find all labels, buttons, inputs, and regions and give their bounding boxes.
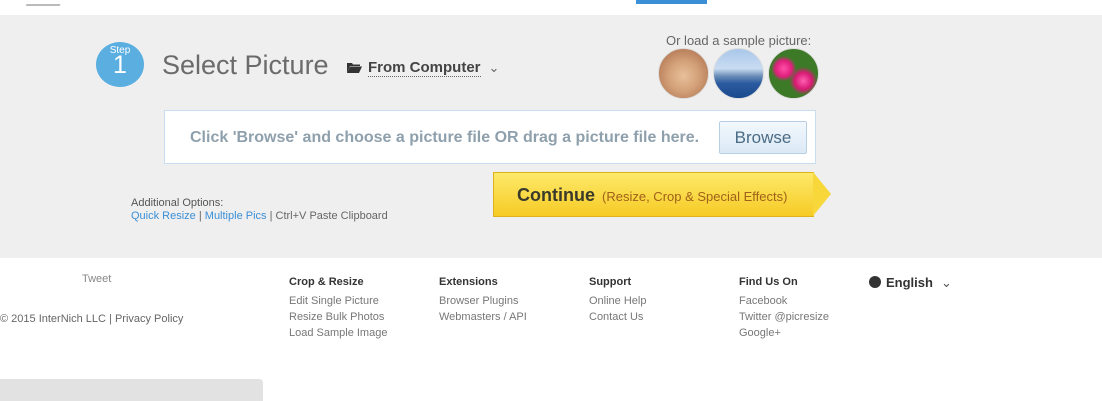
top-nav-highlight[interactable] bbox=[636, 0, 707, 4]
continue-main-text: Continue bbox=[517, 185, 595, 205]
continue-arrow-tip[interactable] bbox=[813, 172, 831, 216]
paste-clipboard-text: Ctrl+V Paste Clipboard bbox=[275, 210, 388, 222]
footer-heading: Extensions bbox=[439, 276, 498, 288]
folder-icon bbox=[347, 60, 362, 73]
footer-link[interactable]: Google+ bbox=[739, 325, 829, 341]
pink-flowers-sample-thumbnail[interactable] bbox=[768, 48, 819, 99]
footer-separator: | bbox=[109, 313, 112, 325]
footer-link[interactable]: Contact Us bbox=[589, 309, 646, 325]
continue-label: Continue (Resize, Crop & Special Effects… bbox=[517, 185, 787, 206]
footer-link[interactable]: Load Sample Image bbox=[289, 325, 387, 341]
continue-subtext: (Resize, Crop & Special Effects) bbox=[602, 189, 788, 204]
source-dropdown-label: From Computer bbox=[368, 59, 481, 77]
bottom-grey-bar bbox=[0, 379, 263, 401]
tweet-link[interactable]: Tweet bbox=[82, 273, 111, 285]
continue-button[interactable]: Continue (Resize, Crop & Special Effects… bbox=[493, 172, 814, 217]
browse-button[interactable]: Browse bbox=[719, 121, 807, 154]
footer-link[interactable]: Facebook bbox=[739, 293, 829, 309]
page-title: Select Picture bbox=[162, 50, 329, 80]
footer-heading: Crop & Resize bbox=[289, 276, 364, 288]
chevron-down-icon: ⌄ bbox=[488, 60, 500, 75]
chevron-down-icon: ⌄ bbox=[940, 275, 952, 290]
footer-link[interactable]: Edit Single Picture bbox=[289, 293, 387, 309]
footer-link[interactable]: Twitter @picresize bbox=[739, 309, 829, 325]
top-header-strip bbox=[0, 0, 1102, 15]
drop-zone-instructions: Click 'Browse' and choose a picture file… bbox=[190, 129, 700, 146]
footer-heading: Find Us On bbox=[739, 276, 798, 288]
multiple-pics-link[interactable]: Multiple Pics bbox=[205, 210, 267, 222]
copyright-text: © 2015 InterNich LLC bbox=[0, 313, 106, 325]
sample-picture-label: Or load a sample picture: bbox=[666, 33, 812, 48]
footer-link[interactable]: Webmasters / API bbox=[439, 309, 527, 325]
source-dropdown[interactable]: From Computer ⌄ bbox=[347, 59, 500, 77]
step-number: 1 bbox=[113, 51, 127, 79]
globe-icon bbox=[869, 276, 881, 288]
footer-link[interactable]: Browser Plugins bbox=[439, 293, 527, 309]
city-skyline-sample-thumbnail[interactable] bbox=[713, 48, 764, 99]
quick-resize-link[interactable]: Quick Resize bbox=[131, 210, 196, 222]
puppy-sample-thumbnail[interactable] bbox=[658, 48, 709, 99]
footer-column-extensions: Extensions Browser Plugins Webmasters / … bbox=[439, 276, 527, 325]
copyright-line: © 2015 InterNich LLC | Privacy Policy bbox=[0, 313, 183, 325]
footer-column-support: Support Online Help Contact Us bbox=[589, 276, 646, 325]
language-selector[interactable]: English ⌄ bbox=[869, 275, 952, 291]
language-label: English bbox=[886, 275, 933, 290]
site-logo-fragment[interactable] bbox=[25, 0, 65, 6]
step-badge: Step 1 bbox=[96, 42, 144, 87]
file-drop-zone[interactable]: Click 'Browse' and choose a picture file… bbox=[164, 110, 816, 164]
footer-column-crop-resize: Crop & Resize Edit Single Picture Resize… bbox=[289, 276, 387, 341]
options-separator: | bbox=[198, 210, 202, 222]
additional-options-label: Additional Options: bbox=[131, 197, 224, 209]
footer-link[interactable]: Online Help bbox=[589, 293, 646, 309]
footer-heading: Support bbox=[589, 276, 632, 288]
footer-column-find-us: Find Us On Facebook Twitter @picresize G… bbox=[739, 276, 829, 341]
footer-link[interactable]: Resize Bulk Photos bbox=[289, 309, 387, 325]
privacy-policy-link[interactable]: Privacy Policy bbox=[115, 313, 183, 325]
options-separator: | bbox=[269, 210, 273, 222]
additional-options-links: Quick Resize | Multiple Pics | Ctrl+V Pa… bbox=[131, 210, 388, 222]
